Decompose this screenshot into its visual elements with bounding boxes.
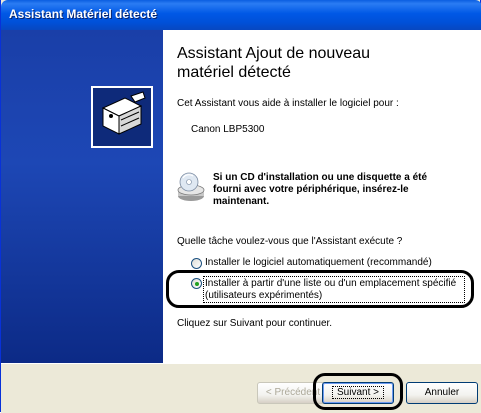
cd-icon	[177, 172, 205, 201]
radio-auto-install-label[interactable]: Installer le logiciel automatiquement (r…	[205, 257, 432, 269]
cd-instruction-line-1: Si un CD d'installation ou une disquette…	[213, 172, 428, 183]
device-name: Canon LBP5300	[191, 124, 265, 135]
wizard-heading: Assistant Ajout de nouveau matériel déte…	[177, 44, 467, 82]
continue-hint: Cliquez sur Suivant pour continuer.	[177, 318, 333, 329]
question-text: Quelle tâche voulez-vous que l'Assistant…	[177, 236, 403, 247]
intro-text: Cet Assistant vous aide à installer le l…	[177, 98, 399, 109]
wizard-sidebar	[1, 30, 163, 363]
cancel-button[interactable]: Annuler	[406, 382, 478, 404]
heading-line-1: Assistant Ajout de nouveau	[177, 45, 371, 62]
cancel-button-label: Annuler	[424, 387, 460, 398]
title-bar[interactable]: Assistant Matériel détecté	[1, 0, 481, 30]
cd-instruction-line-2: fourni avec votre périphérique, insérez-…	[213, 184, 409, 195]
back-button-label: < Précédent	[265, 387, 321, 398]
window-title: Assistant Matériel détecté	[9, 7, 158, 21]
heading-line-2: matériel détecté	[177, 64, 291, 81]
cd-instruction-line-3: maintenant.	[213, 196, 270, 207]
annotation-oval-option	[166, 270, 474, 308]
radio-auto-install[interactable]	[191, 258, 202, 269]
hardware-wizard-icon	[91, 86, 153, 148]
annotation-oval-next	[313, 373, 403, 410]
cd-instruction: Si un CD d'installation ou une disquette…	[213, 172, 473, 208]
wizard-window: Assistant Matériel détecté Assistant Ajo…	[0, 0, 481, 413]
